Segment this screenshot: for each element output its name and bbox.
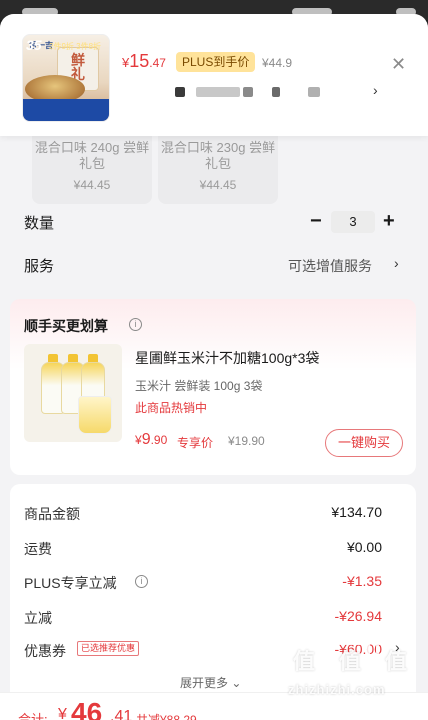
- quantity-plus-button[interactable]: +: [383, 210, 395, 233]
- juice-glass: [78, 396, 112, 434]
- selected-spec-blur: [272, 87, 280, 97]
- total-saved: 共减¥88.29: [136, 713, 197, 720]
- summary-value: -¥1.35: [342, 573, 382, 589]
- expand-more-button[interactable]: 展开更多 ⌄: [180, 674, 241, 691]
- upsell-product-spec: 玉米汁 尝鲜装 100g 3袋: [135, 379, 263, 393]
- watermark-glyph: 值: [376, 642, 416, 682]
- spec-option-price: ¥44.45: [73, 178, 111, 192]
- upsell-exclusive-label: 专享价: [177, 436, 214, 450]
- total-decimal: .41: [110, 708, 133, 720]
- coupon-tag: 已选推荐优惠: [77, 641, 140, 656]
- upsell-product-image[interactable]: [24, 344, 122, 442]
- service-value[interactable]: 可选增值服务: [288, 256, 372, 276]
- info-icon[interactable]: i: [129, 318, 142, 331]
- summary-value: -¥26.94: [334, 608, 382, 624]
- spec-option-card[interactable]: 混合口味 240g 尝鲜礼包 ¥44.45: [32, 126, 152, 204]
- sheet-header: 舌一吉 鲜礼 35 2件9折 3件8折 ¥15.47 PLUS到手价 ¥44.9…: [0, 14, 428, 136]
- product-price: ¥15.47: [122, 51, 166, 72]
- chevron-right-icon[interactable]: ›: [394, 255, 399, 271]
- total-label: 合计:: [18, 712, 48, 720]
- summary-value: ¥0.00: [346, 539, 382, 555]
- upsell-product-name[interactable]: 星圃鲜玉米汁不加糖100g*3袋: [135, 348, 319, 368]
- close-icon[interactable]: ✕: [391, 54, 406, 75]
- selected-spec-blur: [196, 87, 240, 97]
- service-label: 服务: [24, 258, 55, 275]
- chevron-right-icon[interactable]: ›: [373, 82, 378, 98]
- summary-label: 商品金额: [24, 506, 80, 522]
- thumb-promo-strip: [23, 99, 109, 121]
- one-click-buy-button[interactable]: 一键购买: [325, 429, 403, 457]
- price-decimal: .47: [149, 56, 166, 70]
- upsell-hot-label: 此商品热销中: [135, 401, 208, 415]
- quantity-label: 数量: [24, 215, 55, 232]
- total-integer: 46: [71, 697, 103, 720]
- upsell-card: 顺手买更划算 i 星圃鲜玉米汁不加糖100g*3袋 玉米汁 尝鲜装 100g 3…: [10, 299, 416, 475]
- site-watermark: 值 值 值 zhizhizhi.com: [284, 642, 424, 697]
- total-yen: ¥: [58, 706, 67, 720]
- thumb-promo-text: 2件9折 3件8折: [49, 42, 102, 51]
- upsell-price-integer: 9: [141, 431, 151, 448]
- selected-spec-blur: [175, 87, 185, 97]
- spec-option-card[interactable]: 混合口味 230g 尝鲜礼包 ¥44.45: [158, 126, 278, 204]
- upsell-price: ¥9.90: [135, 431, 167, 449]
- watermark-glyph: 值: [330, 642, 370, 682]
- summary-label: 运费: [24, 541, 52, 557]
- quantity-stepper[interactable]: 3: [331, 211, 375, 233]
- summary-value: ¥134.70: [331, 504, 382, 520]
- upsell-original-price: ¥19.90: [228, 434, 265, 448]
- watermark-glyph: 值: [284, 642, 324, 682]
- price-integer: 15: [129, 51, 150, 71]
- thumb-promo-number: 35: [26, 37, 42, 53]
- upsell-title: 顺手买更划算: [24, 318, 108, 334]
- quantity-minus-button[interactable]: −: [310, 210, 322, 233]
- upsell-price-symbol: ¥: [135, 433, 142, 447]
- spec-option-title: 混合口味 230g 尝鲜礼包: [160, 140, 276, 171]
- original-price: ¥44.9: [262, 56, 293, 70]
- summary-label: 立减: [24, 610, 52, 626]
- summary-label: 优惠券: [24, 643, 66, 659]
- selected-spec-blur: [243, 87, 253, 97]
- spec-option-title: 混合口味 240g 尝鲜礼包: [34, 140, 150, 171]
- upsell-price-decimal: .90: [150, 433, 168, 447]
- summary-label: PLUS专享立减: [24, 575, 117, 591]
- watermark-site: zhizhizhi.com: [288, 682, 386, 697]
- plus-price-badge: PLUS到手价: [176, 52, 256, 72]
- spec-option-price: ¥44.45: [199, 178, 237, 192]
- product-spec-sheet: 舌一吉 鲜礼 35 2件9折 3件8折 ¥15.47 PLUS到手价 ¥44.9…: [0, 14, 428, 720]
- selected-spec-blur: [308, 87, 320, 97]
- product-thumbnail[interactable]: 舌一吉 鲜礼 35 2件9折 3件8折: [22, 34, 110, 122]
- info-icon[interactable]: i: [135, 575, 148, 588]
